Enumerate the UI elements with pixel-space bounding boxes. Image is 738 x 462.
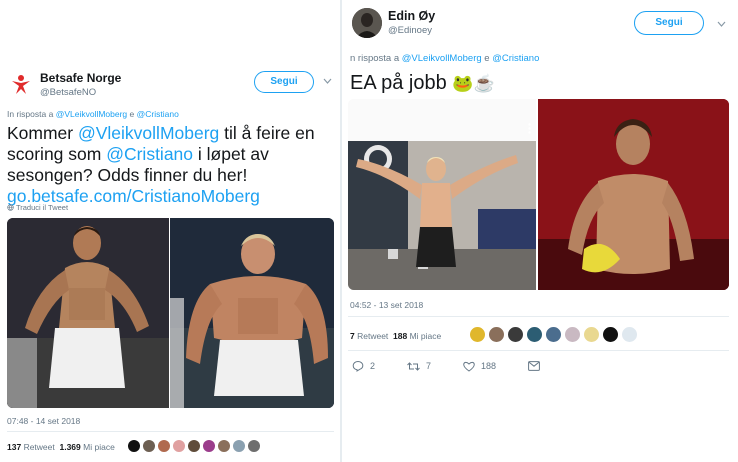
like-count-action: 188 xyxy=(481,361,497,371)
reply-context: In risposta a @VLeikvollMoberg e @Cristi… xyxy=(7,109,179,119)
divider xyxy=(348,350,729,351)
likers-avatars xyxy=(128,440,260,452)
message-action[interactable] xyxy=(528,360,540,372)
like-action[interactable]: 188 xyxy=(463,360,496,372)
tweet-text: EA på jobb 🐸☕ xyxy=(350,71,495,96)
reply-and: e xyxy=(484,53,490,64)
reply-user-link[interactable]: @VLeikvollMoberg xyxy=(56,109,127,119)
media-image-moberg[interactable] xyxy=(170,218,334,408)
reply-and: e xyxy=(129,109,135,119)
liker-avatar[interactable] xyxy=(546,327,561,342)
tweet-stats: 7 Retweet 188 Mi piace xyxy=(350,331,441,341)
liker-avatar[interactable] xyxy=(508,327,523,342)
reply-user-link[interactable]: @VLeikvollMoberg xyxy=(402,53,482,64)
tweet-edin: Edin Øy @Edinoey Segui n risposta a @VLe… xyxy=(342,0,738,392)
tweet-stats: 137 Retweet 1.369 Mi piace xyxy=(7,442,115,452)
retweet-count: 7 xyxy=(426,361,432,371)
like-count[interactable]: 188 xyxy=(393,331,407,341)
author-name[interactable]: Betsafe Norge xyxy=(40,71,121,85)
author-name[interactable]: Edin Øy xyxy=(388,9,435,23)
liker-avatar[interactable] xyxy=(143,440,155,452)
reply-user-link[interactable]: @Cristiano xyxy=(137,109,179,119)
liker-avatar[interactable] xyxy=(188,440,200,452)
tweet-media[interactable] xyxy=(7,218,334,408)
reply-prefix: In risposta a xyxy=(7,109,54,119)
avatar[interactable] xyxy=(352,8,382,38)
tweet-text: Kommer @VleikvollMoberg til å feire en s… xyxy=(7,123,337,207)
reply-icon xyxy=(352,360,364,372)
mention-link[interactable]: @VleikvollMoberg xyxy=(78,123,219,143)
media-image-cristiano-young[interactable] xyxy=(538,99,729,290)
translate-tweet[interactable]: Traduci il Tweet xyxy=(7,203,68,212)
direct-message-icon xyxy=(528,361,540,371)
liker-avatar[interactable] xyxy=(470,327,485,342)
tweet-text-part: Kommer xyxy=(7,123,78,143)
follow-button[interactable]: Segui xyxy=(254,71,314,93)
reply-prefix: n risposta a xyxy=(350,53,400,64)
retweet-label: Retweet xyxy=(23,442,55,452)
emoji: 🐸☕ xyxy=(452,74,495,93)
liker-avatar[interactable] xyxy=(173,440,185,452)
retweet-icon xyxy=(407,361,420,371)
tweet-media[interactable] xyxy=(348,99,729,290)
mention-link[interactable]: @Cristiano xyxy=(106,144,193,164)
heart-icon xyxy=(463,361,475,372)
globe-icon xyxy=(7,204,14,211)
liker-avatar[interactable] xyxy=(128,440,140,452)
liker-avatar[interactable] xyxy=(158,440,170,452)
tweet-text-part: EA på jobb xyxy=(350,72,447,94)
liker-avatar[interactable] xyxy=(248,440,260,452)
retweet-count[interactable]: 7 xyxy=(350,331,355,341)
liker-avatar[interactable] xyxy=(527,327,542,342)
tweet-betsafe: Betsafe Norge @BetsafeNO Segui In rispos… xyxy=(0,60,340,462)
reply-count: 2 xyxy=(370,361,376,371)
liker-avatar[interactable] xyxy=(603,327,618,342)
tweet-timestamp[interactable]: 04:52 - 13 set 2018 xyxy=(350,300,423,310)
chevron-down-icon[interactable] xyxy=(323,76,332,87)
liker-avatar[interactable] xyxy=(233,440,245,452)
translate-label: Traduci il Tweet xyxy=(15,203,69,212)
retweet-count[interactable]: 137 xyxy=(7,442,21,452)
reply-action[interactable]: 2 xyxy=(352,360,375,372)
more-dots-icon[interactable] xyxy=(528,121,531,139)
tweet-timestamp[interactable]: 07:48 - 14 set 2018 xyxy=(7,416,80,426)
reply-user-link[interactable]: @Cristiano xyxy=(492,53,539,64)
like-label: Mi piace xyxy=(83,442,115,452)
author-handle[interactable]: @Edinoey xyxy=(388,25,432,36)
divider xyxy=(348,316,729,317)
betsafe-logo-icon[interactable] xyxy=(10,73,32,95)
liker-avatar[interactable] xyxy=(218,440,230,452)
liker-avatar[interactable] xyxy=(203,440,215,452)
like-label: Mi piace xyxy=(409,331,442,341)
liker-avatar[interactable] xyxy=(584,327,599,342)
media-image-moberg-celebration[interactable] xyxy=(348,99,536,290)
author-handle[interactable]: @BetsafeNO xyxy=(40,87,96,98)
likers-avatars xyxy=(470,327,637,342)
follow-button[interactable]: Segui xyxy=(634,11,704,35)
liker-avatar[interactable] xyxy=(565,327,580,342)
reply-context: n risposta a @VLeikvollMoberg e @Cristia… xyxy=(350,53,539,64)
liker-avatar[interactable] xyxy=(489,327,504,342)
tweet-actions: 2 7 188 xyxy=(352,360,540,372)
retweet-label: Retweet xyxy=(357,331,389,341)
chevron-down-icon[interactable] xyxy=(717,19,726,30)
divider xyxy=(7,431,334,432)
media-image-cristiano[interactable] xyxy=(7,218,169,408)
retweet-action[interactable]: 7 xyxy=(407,360,431,372)
like-count[interactable]: 1.369 xyxy=(59,442,80,452)
liker-avatar[interactable] xyxy=(622,327,637,342)
